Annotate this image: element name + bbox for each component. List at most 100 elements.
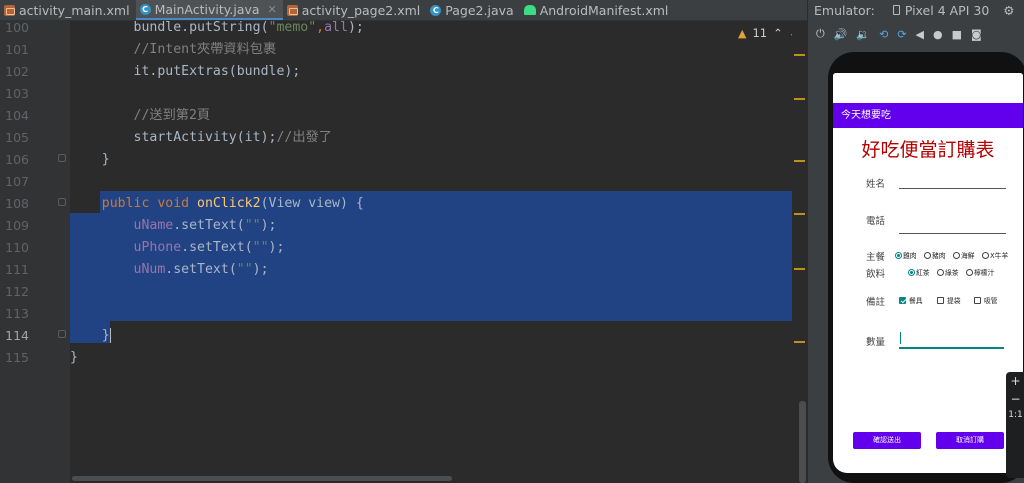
line-number: 113 — [5, 306, 29, 321]
power-icon[interactable]: ⏻ — [816, 27, 825, 41]
note-label: 備註 — [866, 297, 886, 308]
confirm-button[interactable]: 確認送出 — [853, 432, 921, 449]
phone-label: 電話 — [866, 216, 886, 227]
zoom-1-1-button[interactable]: 1:1 — [1006, 410, 1024, 420]
checkbox — [937, 296, 944, 304]
main-dish-label: 主餐 — [866, 252, 886, 263]
overview-icon[interactable]: ■ — [952, 28, 962, 41]
radio-black-tea[interactable]: 紅茶 — [908, 267, 930, 277]
cancel-button[interactable]: 取消訂購 — [936, 432, 1004, 449]
tab-label: activity_main.xml — [19, 2, 130, 18]
close-icon[interactable]: ✕ — [268, 3, 277, 16]
radio-button — [953, 251, 960, 259]
line-number: 101 — [5, 42, 29, 57]
line-number: 107 — [5, 174, 29, 189]
rotate-right-icon[interactable]: ⟳ — [897, 28, 906, 41]
fold-marker[interactable] — [58, 330, 66, 338]
quantity-label: 數量 — [866, 337, 886, 348]
tab-label: MainActivity.java — [154, 1, 260, 17]
checkbox — [974, 296, 981, 304]
line-number: 108 — [5, 196, 29, 211]
tab-page2-java[interactable]: C Page2.java — [426, 0, 519, 20]
line-number: 110 — [5, 240, 29, 255]
phone-screen[interactable]: 今天想要吃 好吃便當訂購表 姓名 電話 主餐 雞肉 豬肉 海鮮 X牛羊 飲料 紅… — [833, 73, 1023, 473]
inspection-widget[interactable]: ▲11 ⌃⌄ — [738, 26, 798, 40]
phone-frame: 今天想要吃 好吃便當訂購表 姓名 電話 主餐 雞肉 豬肉 海鮮 X牛羊 飲料 紅… — [828, 52, 1024, 483]
fold-marker[interactable] — [58, 154, 66, 162]
code-line-114: } — [101, 327, 111, 343]
phone-icon — [892, 5, 900, 15]
line-number: 103 — [5, 86, 29, 101]
warning-marker[interactable] — [794, 54, 805, 56]
zoom-out-button[interactable]: − — [1006, 392, 1024, 406]
radio-button — [895, 251, 902, 259]
code-line-102: it.putExtras(bundle); — [133, 64, 301, 79]
emulator-header: Emulator: Pixel 4 API 30 ⚙ — [808, 0, 1024, 20]
radio-lemon-juice[interactable]: 檸檬汁 — [966, 267, 994, 277]
rotate-left-icon[interactable]: ⟲ — [879, 28, 888, 41]
radio-green-tea[interactable]: 綠茶 — [937, 267, 959, 277]
line-number-current: 114 — [5, 328, 29, 343]
name-input[interactable] — [899, 188, 1006, 189]
line-number: 105 — [5, 130, 29, 145]
line-number: 106 — [5, 152, 29, 167]
drink-label: 飲料 — [866, 269, 886, 280]
radio-pork[interactable]: 豬肉 — [924, 250, 946, 260]
phone-input[interactable] — [899, 233, 1006, 234]
chevron-up-icon[interactable]: ⌃ — [773, 26, 783, 40]
home-icon[interactable]: ● — [933, 28, 943, 41]
android-manifest-icon — [523, 5, 536, 15]
line-number: 115 — [5, 350, 29, 365]
tab-label: Page2.java — [445, 2, 514, 18]
checkbox-bag[interactable]: 提袋 — [937, 295, 961, 305]
zoom-in-button[interactable]: + — [1006, 374, 1024, 388]
device-selector[interactable]: Pixel 4 API 30 — [905, 3, 989, 18]
radio-chicken[interactable]: 雞肉 — [895, 250, 917, 260]
line-number: 111 — [5, 262, 29, 277]
radio-button — [908, 268, 915, 276]
radio-button — [924, 251, 931, 259]
warning-count: 11 — [752, 26, 768, 40]
tab-androidmanifest-xml[interactable]: AndroidManifest.xml — [520, 0, 675, 20]
java-class-icon: C — [139, 3, 151, 15]
code-editor[interactable]: 100 101 102 103 104 105 106 107 108 109 … — [0, 20, 807, 483]
form-title: 好吃便當訂購表 — [861, 139, 995, 161]
line-number: 109 — [5, 218, 29, 233]
code-line-100: bundle.putString("memo",all); — [133, 20, 364, 35]
radio-seafood[interactable]: 海鮮 — [953, 250, 975, 260]
fold-marker[interactable] — [58, 198, 66, 206]
quantity-input[interactable] — [899, 347, 1004, 349]
line-number: 112 — [5, 284, 29, 299]
radio-button — [982, 251, 989, 259]
code-line-109: uName.setText(""); — [133, 218, 277, 233]
volume-up-icon[interactable]: 🔊 — [834, 28, 848, 41]
emulator-toolbar: ⏻ 🔊 🔉 ⟲ ⟳ ◀ ● ■ ◙ — [808, 22, 1024, 46]
tab-label: activity_page2.xml — [301, 2, 421, 18]
back-icon[interactable]: ◀ — [916, 28, 924, 41]
text-cursor — [900, 332, 901, 344]
warning-marker[interactable] — [794, 341, 805, 343]
checkbox — [899, 296, 906, 304]
code-line-105: startActivity(it);//出發了 — [133, 130, 332, 145]
warning-marker[interactable] — [794, 268, 805, 270]
gear-icon[interactable]: ⚙ — [1003, 3, 1014, 18]
xml-file-icon — [286, 4, 298, 16]
warning-marker[interactable] — [794, 160, 805, 162]
camera-icon[interactable]: ◙ — [971, 28, 982, 41]
volume-down-icon[interactable]: 🔉 — [856, 28, 870, 41]
warning-marker[interactable] — [794, 98, 805, 100]
line-number-gutter: 100 101 102 103 104 105 106 107 108 109 … — [0, 20, 92, 483]
line-number: 100 — [5, 20, 29, 35]
radio-beef-lamb[interactable]: X牛羊 — [982, 250, 1008, 260]
warning-marker[interactable] — [794, 213, 805, 215]
name-label: 姓名 — [866, 179, 886, 190]
horizontal-scrollbar[interactable] — [72, 476, 452, 481]
java-class-icon: C — [430, 4, 442, 16]
checkbox-utensils[interactable]: 餐具 — [899, 295, 923, 305]
text-cursor — [109, 327, 111, 343]
line-number: 104 — [5, 108, 29, 123]
checkbox-straw[interactable]: 吸管 — [974, 295, 998, 305]
zoom-controls: + − 1:1 — [1006, 372, 1024, 478]
vertical-scrollbar[interactable] — [799, 401, 806, 483]
code-line-110: uPhone.setText(""); — [133, 240, 285, 255]
